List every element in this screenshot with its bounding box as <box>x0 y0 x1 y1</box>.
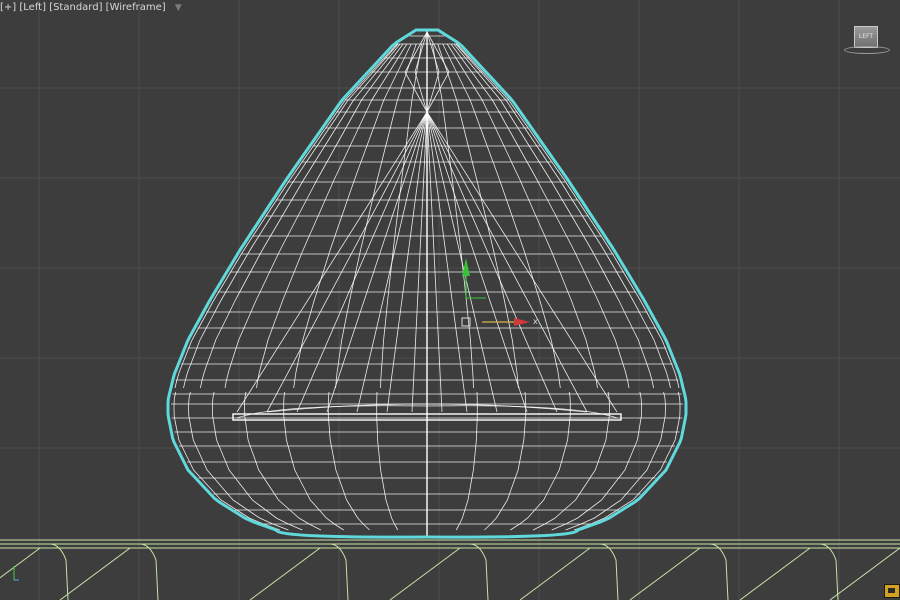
mesh-edge <box>426 111 468 413</box>
mesh-edge <box>484 391 527 531</box>
ground-edge <box>389 547 461 600</box>
ground-edge <box>599 543 619 600</box>
viewport-canvas[interactable]: x <box>0 0 900 600</box>
mesh-edge <box>411 111 428 413</box>
viewport-menu-plus[interactable]: [+] <box>0 2 16 13</box>
viewport-menu-shading-standard[interactable]: [Standard] <box>49 2 102 13</box>
mesh-edge <box>386 111 428 413</box>
mesh-edge <box>244 391 322 531</box>
mesh-edge <box>573 391 681 531</box>
ground-edge <box>629 547 701 600</box>
teardrop-mesh-wireframe[interactable] <box>171 30 683 538</box>
viewcube-face[interactable]: LEFT <box>854 26 878 48</box>
mesh-edge <box>283 391 344 531</box>
maximize-viewport-icon[interactable] <box>884 584 900 598</box>
ground-edge <box>519 547 591 600</box>
ground-plane-wireframe[interactable] <box>0 539 900 600</box>
viewport-label: [+] [Left] [Standard] [Wireframe] ▼ <box>0 2 182 13</box>
mesh-edge <box>426 71 440 113</box>
mesh-edge <box>376 391 399 531</box>
mesh-edge <box>236 111 428 413</box>
mesh-edge <box>326 111 428 413</box>
mesh-edge <box>414 71 428 113</box>
viewcube-ring[interactable] <box>844 46 890 54</box>
axis-tripod-icon <box>13 566 19 581</box>
mesh-edge <box>414 31 428 73</box>
mesh-edge <box>356 111 428 413</box>
viewcube-icon[interactable]: LEFT <box>844 22 892 56</box>
mesh-edge <box>426 111 498 413</box>
mesh-edge <box>173 391 281 531</box>
viewport-menu-display-mode[interactable]: [Wireframe] <box>106 2 166 13</box>
ground-edge <box>139 543 159 600</box>
mesh-edge <box>426 111 588 413</box>
mesh-edge <box>266 111 428 413</box>
mesh-edge <box>510 391 571 531</box>
mesh-edge <box>532 391 610 531</box>
ground-edge <box>0 547 41 579</box>
mesh-edge <box>426 111 618 413</box>
mesh-edge <box>327 391 370 531</box>
mesh-edge <box>426 31 440 73</box>
ground-edge <box>469 543 489 600</box>
viewport-left-wireframe[interactable]: x [+] [Left] [Standard] [Wireframe] ▼ LE… <box>0 0 900 600</box>
mesh-edge <box>426 111 528 413</box>
mesh-edge <box>455 391 478 531</box>
mesh-edge <box>565 391 666 531</box>
filter-icon[interactable]: ▼ <box>175 3 182 13</box>
mesh-edge <box>426 111 558 413</box>
ground-edge <box>59 547 131 600</box>
viewport-menu-view[interactable]: [Left] <box>19 2 46 13</box>
mesh-edge <box>296 111 428 413</box>
mesh-edge <box>426 31 450 73</box>
mesh-edge <box>426 111 443 413</box>
gizmo-x-axis-label: x <box>533 317 538 326</box>
gizmo-x-arrow <box>514 318 530 326</box>
ground-edge <box>49 543 69 600</box>
mesh-edge <box>404 31 428 73</box>
ground-edge <box>249 547 321 600</box>
ground-edge <box>739 547 811 600</box>
ground-edge <box>709 543 729 600</box>
ground-edge <box>819 543 839 600</box>
